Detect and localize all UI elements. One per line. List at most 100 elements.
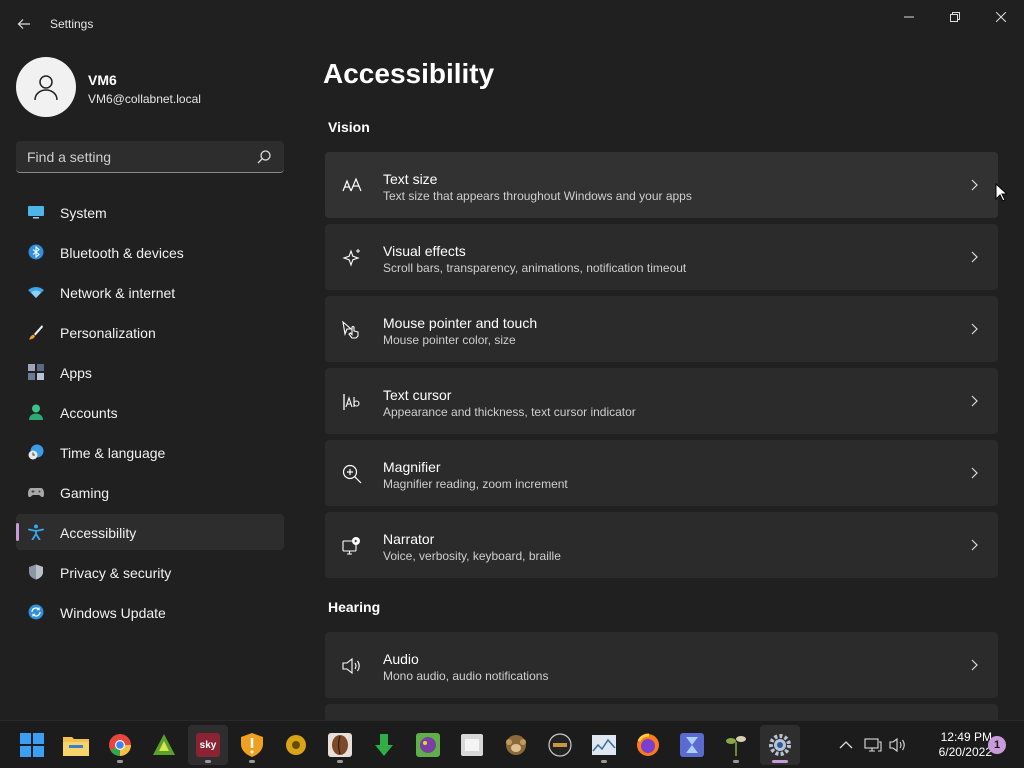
gear-icon	[769, 734, 791, 756]
taskbar-chrome[interactable]	[100, 725, 140, 765]
card-text-size[interactable]: Text size Text size that appears through…	[325, 152, 998, 218]
sidebar-item-gaming[interactable]: Gaming	[16, 474, 284, 510]
taskbar-app-plant[interactable]	[716, 725, 756, 765]
taskbar-file-explorer[interactable]	[56, 725, 96, 765]
taskbar-shield-app[interactable]	[232, 725, 272, 765]
card-title: Visual effects	[383, 243, 466, 259]
sidebar-item-accessibility[interactable]: Accessibility	[16, 514, 284, 550]
magnifier-icon	[342, 464, 362, 484]
taskbar-app-brown[interactable]	[320, 725, 360, 765]
chevron-right-icon	[971, 179, 978, 191]
taskbar-settings[interactable]	[760, 725, 800, 765]
sidebar-item-personalization[interactable]: Personalization	[16, 314, 284, 350]
sidebar-item-privacy-security[interactable]: Privacy & security	[16, 554, 284, 590]
taskbar-app-monkey[interactable]	[496, 725, 536, 765]
sidebar-item-label: Apps	[60, 365, 92, 381]
triangle-app-icon	[153, 734, 175, 755]
chart-app-icon	[592, 735, 616, 755]
taskbar-app-purple[interactable]	[408, 725, 448, 765]
volume-icon[interactable]	[889, 736, 907, 754]
chevron-right-icon	[971, 467, 978, 479]
running-indicator	[205, 760, 211, 763]
card-description: Mono audio, audio notifications	[383, 669, 549, 683]
card-magnifier[interactable]: Magnifier Magnifier reading, zoom increm…	[325, 440, 998, 506]
shield-icon	[29, 564, 43, 580]
minimize-button[interactable]	[886, 4, 932, 30]
avatar	[16, 57, 76, 117]
sidebar-item-label: Accounts	[60, 405, 118, 421]
chevron-right-icon	[971, 323, 978, 335]
speaker-icon	[342, 657, 360, 675]
card-mouse-pointer-touch[interactable]: Mouse pointer and touch Mouse pointer co…	[325, 296, 998, 362]
user-name: VM6	[88, 72, 117, 88]
taskbar-app-chart[interactable]	[584, 725, 624, 765]
coffee-bean-icon	[328, 733, 352, 757]
brush-icon	[29, 325, 43, 340]
arrow-left-icon	[17, 19, 30, 29]
sidebar-item-time-language[interactable]: Time & language	[16, 434, 284, 470]
section-title-vision: Vision	[328, 119, 370, 135]
update-icon	[28, 604, 44, 620]
taskbar-app-hourglass[interactable]	[672, 725, 712, 765]
sidebar-item-network[interactable]: Network & internet	[16, 274, 284, 310]
close-button[interactable]	[978, 4, 1024, 30]
card-title: Text size	[383, 171, 438, 187]
sidebar-item-label: Gaming	[60, 485, 110, 501]
card-title: Magnifier	[383, 459, 441, 475]
sidebar-item-accounts[interactable]: Accounts	[16, 394, 284, 430]
sidebar-item-windows-update[interactable]: Windows Update	[16, 594, 284, 630]
search-icon[interactable]	[256, 149, 272, 165]
sidebar-item-label: Privacy & security	[60, 565, 172, 581]
taskbar-app-download[interactable]	[364, 725, 404, 765]
search-field[interactable]: Find a setting	[16, 141, 284, 173]
clock-date: 6/20/2022	[938, 745, 992, 759]
bluetooth-icon	[28, 244, 44, 260]
running-indicator	[117, 760, 123, 763]
back-button[interactable]	[12, 12, 36, 36]
taskbar-sky-app[interactable]: sky	[188, 725, 228, 765]
mouse-cursor-icon	[995, 183, 1007, 202]
sidebar-item-bluetooth[interactable]: Bluetooth & devices	[16, 234, 284, 270]
chevron-right-icon	[971, 395, 978, 407]
app-title: Settings	[50, 17, 94, 31]
card-title: Text cursor	[383, 387, 452, 403]
sidebar-item-label: Bluetooth & devices	[60, 245, 184, 261]
chrome-icon	[109, 734, 131, 756]
card-text-cursor[interactable]: Text cursor Appearance and thickness, te…	[325, 368, 998, 434]
card-title: Audio	[383, 651, 419, 667]
chevron-right-icon	[971, 539, 978, 551]
active-indicator	[772, 760, 788, 763]
taskbar-app-dark-circle[interactable]	[540, 725, 580, 765]
taskbar-app-yellow[interactable]	[276, 725, 316, 765]
clock-globe-icon	[28, 444, 44, 460]
sidebar-item-apps[interactable]: Apps	[16, 354, 284, 390]
taskbar-firefox[interactable]	[628, 725, 668, 765]
running-indicator	[601, 760, 607, 763]
notification-badge[interactable]: 1	[988, 736, 1006, 754]
restore-button[interactable]	[932, 4, 978, 30]
windows-logo-icon	[20, 733, 44, 757]
restore-icon	[950, 12, 960, 22]
network-icon[interactable]	[864, 736, 882, 754]
firefox-icon	[637, 733, 659, 756]
card-visual-effects[interactable]: Visual effects Scroll bars, transparency…	[325, 224, 998, 290]
user-profile[interactable]: VM6 VM6@collabnet.local	[16, 57, 276, 117]
card-description: Text size that appears throughout Window…	[383, 189, 692, 203]
start-button[interactable]	[12, 725, 52, 765]
card-title: Mouse pointer and touch	[383, 315, 538, 331]
clock[interactable]: 12:49 PM 6/20/2022	[912, 730, 992, 760]
card-audio[interactable]: Audio Mono audio, audio notifications	[325, 632, 998, 698]
search-input[interactable]: Find a setting	[27, 149, 111, 165]
game-app-icon	[416, 733, 440, 757]
text-cursor-icon	[343, 394, 360, 410]
sidebar-item-system[interactable]: System	[16, 194, 284, 230]
gamepad-icon	[28, 488, 44, 497]
card-narrator[interactable]: Narrator Voice, verbosity, keyboard, bra…	[325, 512, 998, 578]
taskbar-app-white[interactable]	[452, 725, 492, 765]
taskbar-app-green[interactable]	[144, 725, 184, 765]
chevron-up-icon[interactable]	[837, 736, 855, 754]
card-title: Narrator	[383, 531, 435, 547]
text-size-icon	[342, 177, 362, 192]
circle-logo-icon	[548, 733, 572, 757]
document-app-icon	[461, 734, 483, 756]
